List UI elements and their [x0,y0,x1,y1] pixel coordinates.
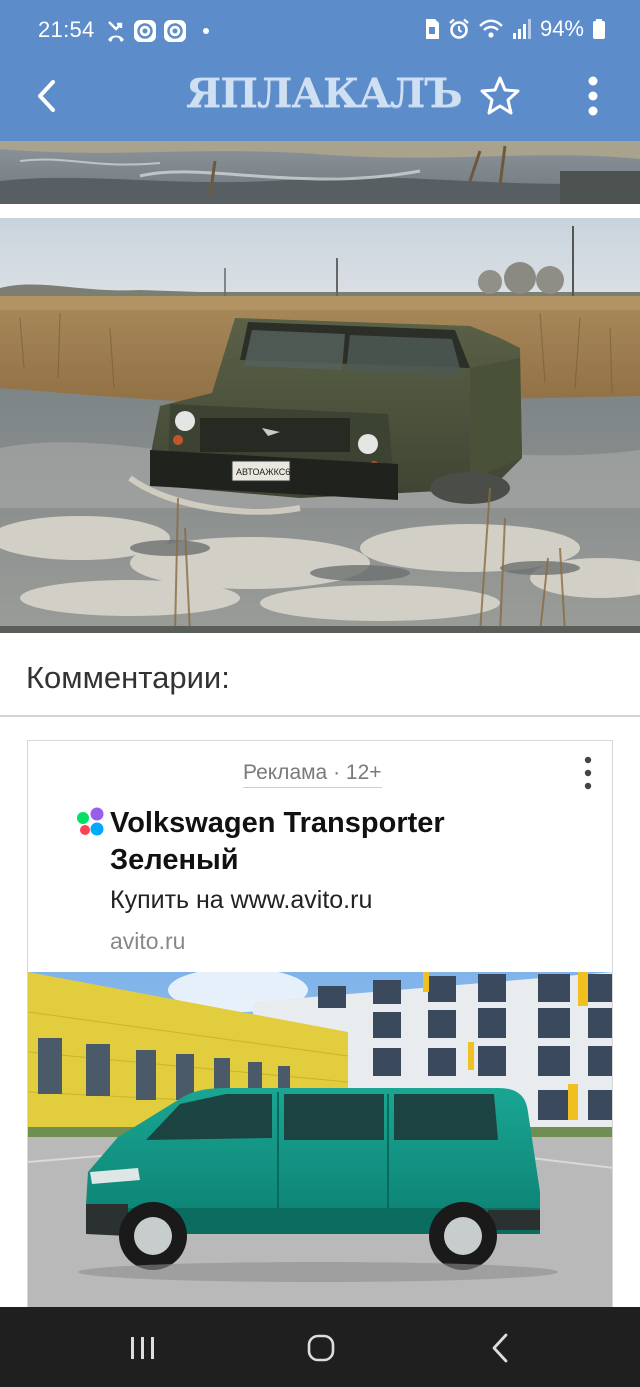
post-image-top[interactable] [0,141,640,204]
app-notification-icon [134,20,156,42]
battery-icon [593,19,605,39]
app-notification-icon [164,20,186,42]
ad-title[interactable]: Volkswagen Transporter Зеленый [110,805,550,879]
top-header: 21:54 94% ЯПЛАКАЛЪ [0,0,640,141]
ad-image[interactable] [28,972,612,1312]
sim-icon [425,19,439,39]
status-time: 21:54 [38,17,95,42]
signal-icon [512,19,531,39]
comments-heading: Комментарии: [26,660,230,695]
ad-label[interactable]: Реклама · 12+ [243,761,382,788]
app-bar: ЯПЛАКАЛЪ [0,62,640,141]
status-bar: 21:54 94% [0,0,640,62]
wifi-icon [479,19,503,38]
divider [0,715,640,717]
site-logo[interactable]: ЯПЛАКАЛЪ [186,70,463,117]
photo-uaz-in-water: АВТОАЖКС66 [0,218,640,633]
ad-description[interactable]: Купить на www.avito.ru [110,886,372,915]
chevron-left-icon[interactable] [28,76,68,116]
star-outline-icon[interactable] [478,74,522,118]
alarm-icon [449,18,469,39]
home-icon[interactable] [306,1333,336,1363]
ad-card[interactable]: Реклама · 12+ Volkswagen Transporter Зел… [27,740,613,1320]
post-image-main[interactable]: АВТОАЖКС66 [0,218,640,633]
svg-text:АВТОАЖКС66: АВТОАЖКС66 [236,467,295,477]
more-vertical-icon[interactable] [578,755,598,791]
status-right-icons: 94% [424,16,606,42]
photo-green-van [28,972,612,1312]
back-icon[interactable] [488,1332,512,1364]
more-vertical-icon[interactable] [578,74,608,118]
missed-call-icon [108,21,124,42]
system-nav-bar [0,1307,640,1387]
status-left-icons [105,18,209,44]
ad-domain[interactable]: avito.ru [110,928,185,955]
recent-apps-icon[interactable] [128,1335,158,1361]
dot-icon [203,28,209,34]
avito-logo-icon [77,807,104,836]
photo-flooded-field [0,141,640,204]
battery-percent: 94% [539,16,584,41]
